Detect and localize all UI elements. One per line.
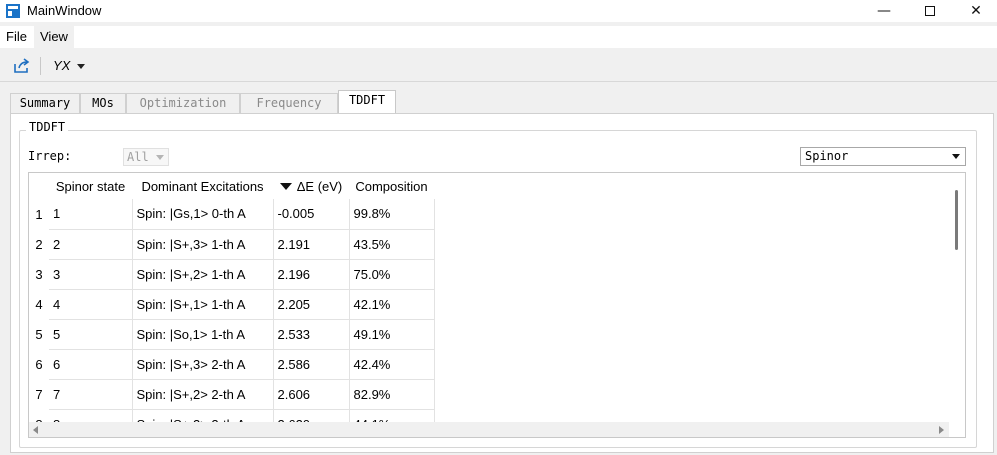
cell-spinor-state[interactable]: 5 — [49, 319, 133, 350]
cell-composition[interactable]: 42.4% — [349, 349, 435, 380]
table-row[interactable]: 6 6 Spin: |S+,3> 2-th A 2.586 42.4% — [29, 349, 435, 380]
chevron-down-icon — [156, 155, 164, 160]
cell-delta-e[interactable]: 2.191 — [273, 229, 350, 260]
cell-composition[interactable]: 99.8% — [349, 199, 435, 230]
minimize-button[interactable]: — — [861, 0, 907, 22]
row-number[interactable]: 3 — [29, 259, 49, 289]
horizontal-scrollbar[interactable] — [29, 422, 949, 437]
cell-spinor-state[interactable]: 2 — [49, 229, 133, 260]
cell-delta-e[interactable]: 2.196 — [273, 259, 350, 290]
vertical-scrollbar-thumb[interactable] — [955, 190, 958, 250]
mode-select[interactable]: Spinor — [800, 147, 966, 166]
cell-spinor-state[interactable]: 4 — [49, 289, 133, 320]
irrep-select[interactable]: All — [123, 148, 169, 166]
cell-dominant-excitation[interactable]: Spin: |S+,3> 2-th A — [132, 349, 274, 380]
cell-delta-e[interactable]: 2.620 — [273, 409, 350, 423]
table-row[interactable]: 7 7 Spin: |S+,2> 2-th A 2.606 82.9% — [29, 379, 435, 410]
table-viewport: Spinor state Dominant Excitations ΔE (eV… — [29, 173, 949, 423]
cell-spinor-state[interactable]: 7 — [49, 379, 133, 410]
cell-spinor-state[interactable]: 3 — [49, 259, 133, 290]
cell-dominant-excitation[interactable]: Spin: |S+,2> 2-th A — [132, 379, 274, 410]
irrep-label: Irrep: — [28, 149, 72, 163]
cell-delta-e[interactable]: -0.005 — [273, 199, 350, 230]
tab-frequency[interactable]: Frequency — [240, 93, 338, 113]
menu-view[interactable]: View — [34, 26, 74, 48]
close-button[interactable]: ✕ — [953, 0, 997, 22]
axis-mode-button[interactable]: YX — [53, 58, 70, 73]
column-header-delta-e-label: ΔE (eV) — [296, 178, 343, 194]
table-row[interactable]: 3 3 Spin: |S+,2> 1-th A 2.196 75.0% — [29, 259, 435, 290]
column-header-spinor-state[interactable]: Spinor state — [49, 173, 132, 199]
cell-composition[interactable]: 49.1% — [349, 319, 435, 350]
cell-delta-e[interactable]: 2.606 — [273, 379, 350, 410]
export-icon[interactable] — [12, 56, 32, 76]
row-number[interactable]: 2 — [29, 229, 49, 259]
cell-delta-e[interactable]: 2.205 — [273, 289, 350, 320]
tab-optimization[interactable]: Optimization — [126, 93, 240, 113]
column-header-delta-e[interactable]: ΔE (eV) — [273, 173, 349, 199]
window-title: MainWindow — [27, 3, 102, 18]
cell-dominant-excitation[interactable]: Spin: |S+,2> 1-th A — [132, 259, 274, 290]
column-header-dominant-excitations[interactable]: Dominant Excitations — [132, 173, 273, 199]
toolbar: YX — [0, 50, 997, 82]
excitations-table[interactable]: Spinor state Dominant Excitations ΔE (eV… — [28, 172, 966, 438]
mode-value: Spinor — [805, 149, 849, 163]
cell-spinor-state[interactable]: 1 — [49, 199, 133, 230]
column-header-composition[interactable]: Composition — [349, 173, 434, 199]
table-row[interactable]: 2 2 Spin: |S+,3> 1-th A 2.191 43.5% — [29, 229, 435, 260]
cell-composition[interactable]: 43.5% — [349, 229, 435, 260]
tab-summary[interactable]: Summary — [10, 93, 80, 113]
chevron-down-icon[interactable] — [77, 64, 85, 69]
toolbar-separator — [40, 57, 41, 75]
maximize-button[interactable] — [907, 0, 953, 22]
scroll-right-icon[interactable] — [939, 426, 944, 434]
menu-file[interactable]: File — [0, 26, 33, 48]
tab-mos[interactable]: MOs — [80, 93, 126, 113]
cell-dominant-excitation[interactable]: Spin: |S+,3> 1-th A — [132, 229, 274, 260]
table: Spinor state Dominant Excitations ΔE (eV… — [29, 173, 435, 423]
table-row[interactable]: 4 4 Spin: |S+,1> 1-th A 2.205 42.1% — [29, 289, 435, 320]
group-title: TDDFT — [26, 120, 69, 134]
row-number[interactable]: 5 — [29, 319, 49, 349]
table-row[interactable]: 8 8 Spin: |S+,2> 2-th A 2.620 44.1% — [29, 409, 435, 424]
cell-dominant-excitation[interactable]: Spin: |S+,2> 2-th A — [132, 409, 274, 423]
vertical-scrollbar[interactable] — [948, 173, 965, 423]
cell-dominant-excitation[interactable]: Spin: |So,1> 1-th A — [132, 319, 274, 350]
menu-bar: File View — [0, 26, 997, 48]
row-number[interactable]: 8 — [29, 409, 49, 424]
scroll-left-icon[interactable] — [33, 426, 38, 434]
app-icon — [6, 4, 20, 18]
irrep-value: All — [127, 150, 149, 164]
title-bar: MainWindow — ✕ — [0, 0, 997, 22]
corner-header — [29, 173, 49, 199]
sort-descending-icon — [279, 182, 292, 190]
row-number[interactable]: 7 — [29, 379, 49, 409]
table-row[interactable]: 1 1 Spin: |Gs,1> 0-th A -0.005 99.8% — [29, 199, 435, 230]
cell-dominant-excitation[interactable]: Spin: |S+,1> 1-th A — [132, 289, 274, 320]
cell-spinor-state[interactable]: 8 — [49, 409, 133, 423]
cell-delta-e[interactable]: 2.533 — [273, 319, 350, 350]
table-row[interactable]: 5 5 Spin: |So,1> 1-th A 2.533 49.1% — [29, 319, 435, 350]
row-number[interactable]: 6 — [29, 349, 49, 379]
row-number[interactable]: 4 — [29, 289, 49, 319]
cell-composition[interactable]: 82.9% — [349, 379, 435, 410]
table-header-row: Spinor state Dominant Excitations ΔE (eV… — [29, 173, 434, 199]
tab-tddft[interactable]: TDDFT — [338, 90, 396, 113]
row-number[interactable]: 1 — [29, 199, 49, 229]
cell-composition[interactable]: 44.1% — [349, 409, 435, 423]
cell-composition[interactable]: 75.0% — [349, 259, 435, 290]
maximize-icon — [925, 6, 935, 16]
cell-spinor-state[interactable]: 6 — [49, 349, 133, 380]
chevron-down-icon — [952, 154, 960, 159]
cell-delta-e[interactable]: 2.586 — [273, 349, 350, 380]
cell-dominant-excitation[interactable]: Spin: |Gs,1> 0-th A — [132, 199, 274, 230]
cell-composition[interactable]: 42.1% — [349, 289, 435, 320]
